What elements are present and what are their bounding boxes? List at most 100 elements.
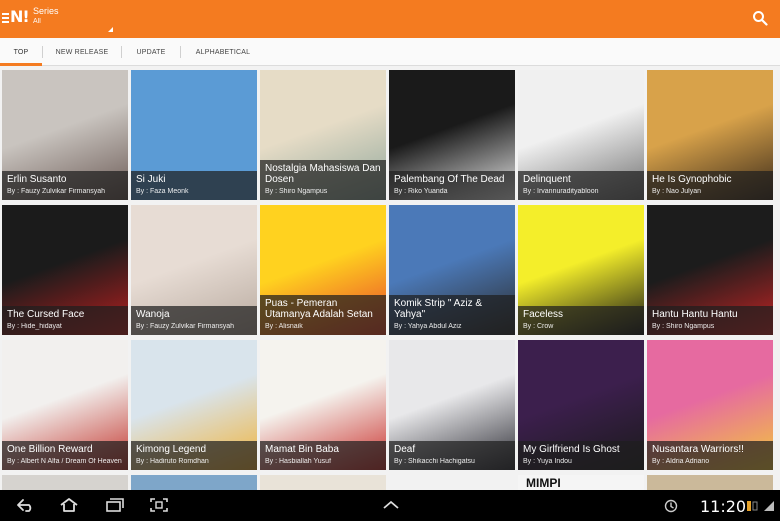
comic-card-partial[interactable] — [131, 475, 257, 490]
section-title: Series — [33, 6, 59, 16]
section-filter: All — [33, 18, 41, 25]
comic-caption: Delinquent By : Irvannuradityabloon — [518, 171, 644, 200]
comic-caption: Wanoja By : Fauzy Zulvikar Firmansyah — [131, 306, 257, 335]
home-icon[interactable] — [58, 496, 80, 514]
comic-card[interactable]: Erlin Susanto By : Fauzy Zulvikar Firmans… — [2, 70, 128, 200]
partial-cover-text: MIMPI — [526, 476, 561, 490]
comic-title: Kimong Legend — [136, 444, 207, 455]
comic-caption: Faceless By : Crow — [518, 306, 644, 335]
comic-card-partial[interactable]: MIMPI — [518, 475, 644, 490]
comic-author: By : Shiro Ngampus — [265, 188, 328, 195]
comic-card[interactable]: Faceless By : Crow — [518, 205, 644, 335]
comic-title: Deaf — [394, 444, 416, 455]
comic-card[interactable]: My Girlfriend Is Ghost By : Yuya Indou — [518, 340, 644, 470]
comic-title: The Cursed Face — [7, 309, 85, 320]
comic-card[interactable]: Kimong Legend By : Hadiruto Romdhan — [131, 340, 257, 470]
comic-caption: Mamat Bin Baba By : Hasbiallah Yusuf — [260, 441, 386, 470]
comic-author: By : Crow — [523, 323, 554, 330]
comic-card[interactable]: One Billion Reward By : Albert N Alfa / D… — [2, 340, 128, 470]
comic-caption: Nusantara Warriors!! By : Aldria Adriano — [647, 441, 773, 470]
recent-apps-icon[interactable] — [104, 496, 126, 514]
comic-card[interactable]: Mamat Bin Baba By : Hasbiallah Yusuf — [260, 340, 386, 470]
download-status-icon — [747, 501, 758, 511]
comic-card[interactable]: Delinquent By : Irvannuradityabloon — [518, 70, 644, 200]
comic-author: By : Shikacchi Hachigatsu — [394, 458, 475, 465]
comic-card-partial[interactable] — [260, 475, 386, 490]
comic-title: Delinquent — [523, 174, 571, 185]
comic-card[interactable]: Nusantara Warriors!! By : Aldria Adriano — [647, 340, 773, 470]
comic-author: By : Hide_hidayat — [7, 323, 62, 330]
tab-update[interactable]: UPDATE — [122, 38, 180, 66]
comic-author: By : Alisnaik — [265, 323, 303, 330]
comic-caption: Nostalgia Mahasiswa Dan Dosen By : Shiro … — [260, 160, 386, 200]
comic-author: By : Irvannuradityabloon — [523, 188, 599, 195]
comic-card[interactable]: The Cursed Face By : Hide_hidayat — [2, 205, 128, 335]
comic-caption: One Billion Reward By : Albert N Alfa / D… — [2, 441, 128, 470]
comic-card[interactable]: Wanoja By : Fauzy Zulvikar Firmansyah — [131, 205, 257, 335]
app-bar: N! Series All — [0, 0, 780, 38]
status-clock: 11:20 — [700, 497, 747, 516]
comic-caption: Palembang Of The Dead By : Riko Yuanda — [389, 171, 515, 200]
comic-author: By : Faza Meonk — [136, 188, 189, 195]
comic-card[interactable]: Palembang Of The Dead By : Riko Yuanda — [389, 70, 515, 200]
comic-caption: Si Juki By : Faza Meonk — [131, 171, 257, 200]
comic-title: Wanoja — [136, 309, 170, 320]
app-logo[interactable]: N! — [10, 7, 30, 29]
comic-title: Mamat Bin Baba — [265, 444, 339, 455]
comic-card-partial[interactable] — [389, 475, 515, 490]
comic-title: He Is Gynophobic — [652, 174, 732, 185]
comic-title: Nostalgia Mahasiswa Dan Dosen — [265, 163, 381, 185]
comic-title: My Girlfriend Is Ghost — [523, 444, 620, 455]
comic-title: Puas - Pemeran Utamanya Adalah Setan — [265, 298, 373, 320]
comic-author: By : Yahya Abdul Aziz — [394, 323, 462, 330]
comic-card[interactable]: Hantu Hantu Hantu By : Shiro Ngampus — [647, 205, 773, 335]
menu-icon[interactable] — [2, 13, 9, 23]
tab-bar: TOP NEW RELEASE UPDATE ALPHABETICAL — [0, 38, 780, 66]
comic-caption: My Girlfriend Is Ghost By : Yuya Indou — [518, 441, 644, 470]
tab-new-release[interactable]: NEW RELEASE — [43, 38, 121, 66]
comic-caption: Kimong Legend By : Hadiruto Romdhan — [131, 441, 257, 470]
chevron-up-icon[interactable] — [380, 496, 402, 514]
comic-caption: Komik Strip " Aziz & Yahya" By : Yahya Ab… — [389, 295, 515, 335]
comic-title: Komik Strip " Aziz & Yahya" — [394, 298, 483, 320]
comic-card-partial[interactable] — [2, 475, 128, 490]
comic-title: Erlin Susanto — [7, 174, 67, 185]
dropdown-corner-icon — [108, 27, 113, 32]
section-selector[interactable]: Series All — [33, 6, 59, 27]
system-nav-bar: 11:20 — [0, 490, 780, 521]
tab-alphabetical[interactable]: ALPHABETICAL — [181, 38, 265, 66]
comic-author: By : Albert N Alfa / Dream Of Heaven — [7, 458, 122, 465]
comic-card-partial[interactable] — [647, 475, 773, 490]
screenshot-icon[interactable] — [148, 496, 170, 514]
comic-title: Si Juki — [136, 174, 166, 185]
search-icon[interactable] — [752, 10, 768, 26]
comic-author: By : Yuya Indou — [523, 458, 572, 465]
sync-status-icon — [664, 499, 678, 513]
comic-author: By : Hadiruto Romdhan — [136, 458, 209, 465]
comic-title: Hantu Hantu Hantu — [652, 309, 738, 320]
comic-author: By : Fauzy Zulvikar Firmansyah — [7, 188, 106, 195]
comic-card[interactable]: Si Juki By : Faza Meonk — [131, 70, 257, 200]
comic-card[interactable]: Deaf By : Shikacchi Hachigatsu — [389, 340, 515, 470]
tab-top[interactable]: TOP — [0, 38, 42, 66]
comic-title: Faceless — [523, 309, 564, 320]
comic-card[interactable]: Komik Strip " Aziz & Yahya" By : Yahya Ab… — [389, 205, 515, 335]
comic-caption: Erlin Susanto By : Fauzy Zulvikar Firmans… — [2, 171, 128, 200]
comic-author: By : Nao Julyan — [652, 188, 702, 195]
comic-author: By : Riko Yuanda — [394, 188, 448, 195]
signal-icon — [764, 501, 774, 511]
back-icon[interactable] — [14, 496, 36, 514]
comic-card[interactable]: He Is Gynophobic By : Nao Julyan — [647, 70, 773, 200]
comic-caption: Deaf By : Shikacchi Hachigatsu — [389, 441, 515, 470]
comic-caption: The Cursed Face By : Hide_hidayat — [2, 306, 128, 335]
comic-title: One Billion Reward — [7, 444, 93, 455]
comic-title: Palembang Of The Dead — [394, 174, 505, 185]
comic-author: By : Fauzy Zulvikar Firmansyah — [136, 323, 235, 330]
comic-grid[interactable]: Erlin Susanto By : Fauzy Zulvikar Firmans… — [0, 68, 780, 490]
comic-card[interactable]: Puas - Pemeran Utamanya Adalah Setan By :… — [260, 205, 386, 335]
comic-author: By : Hasbiallah Yusuf — [265, 458, 332, 465]
comic-card[interactable]: Nostalgia Mahasiswa Dan Dosen By : Shiro … — [260, 70, 386, 200]
comic-caption: Hantu Hantu Hantu By : Shiro Ngampus — [647, 306, 773, 335]
comic-author: By : Aldria Adriano — [652, 458, 710, 465]
comic-caption: He Is Gynophobic By : Nao Julyan — [647, 171, 773, 200]
